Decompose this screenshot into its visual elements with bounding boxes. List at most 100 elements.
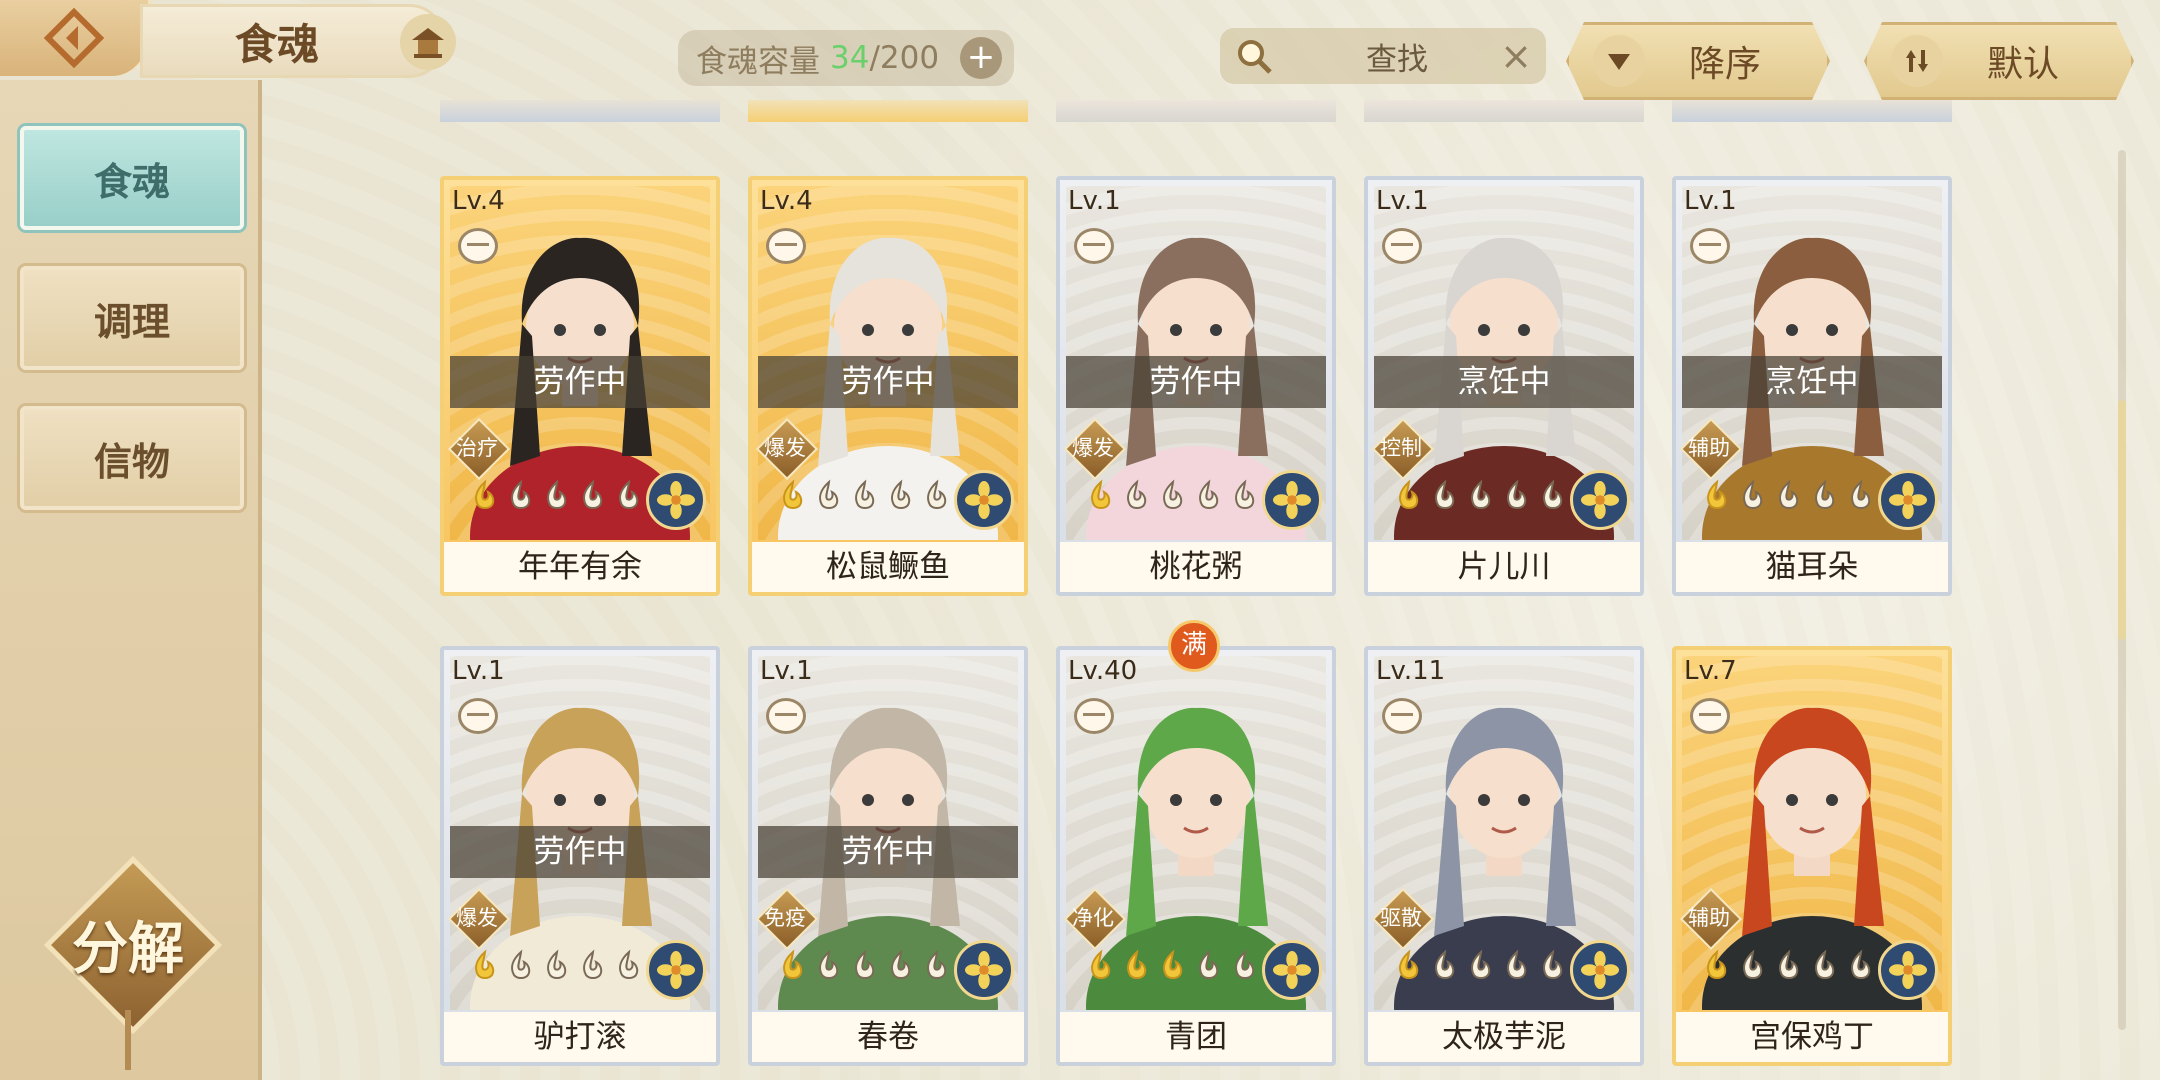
- food-soul-card[interactable]: Lv.4 劳作中 爆发 松鼠鳜鱼: [748, 176, 1028, 596]
- flame-icon: [1199, 949, 1219, 979]
- flame-icon: [1091, 949, 1111, 979]
- scrollbar-thumb[interactable]: [2118, 400, 2126, 640]
- flame-icon: [891, 479, 911, 509]
- flame-icon: [819, 479, 839, 509]
- food-soul-name: 宫保鸡丁: [1676, 1012, 1948, 1062]
- back-arrow-icon: [44, 8, 104, 68]
- flame-icon: [1851, 479, 1871, 509]
- bowl-icon: [458, 228, 498, 264]
- food-soul-name: 年年有余: [444, 542, 716, 592]
- flame-icon: [1127, 479, 1147, 509]
- role-label: 爆发: [1072, 436, 1114, 460]
- food-soul-card[interactable]: Lv.1 烹饪中控制 片儿川: [1364, 176, 1644, 596]
- status-banner: 劳作中: [450, 356, 710, 408]
- status-banner: 劳作中: [1066, 356, 1326, 408]
- flame-icon: [547, 479, 567, 509]
- level-label: Lv.1: [452, 656, 505, 686]
- flame-icon: [1435, 479, 1455, 509]
- flame-icon: [1471, 949, 1491, 979]
- flame-icon: [619, 949, 639, 979]
- star-flames: [1392, 478, 1570, 518]
- tab-conditioning[interactable]: 调理: [20, 266, 244, 370]
- star-flames: [1084, 478, 1262, 518]
- flame-icon: [1235, 479, 1255, 509]
- level-label: Lv.4: [452, 186, 505, 216]
- flame-icon: [855, 479, 875, 509]
- flame-icon: [475, 479, 495, 509]
- level-label: Lv.40: [1068, 656, 1138, 686]
- tab-tokens[interactable]: 信物: [20, 406, 244, 510]
- flower-element-icon: [646, 940, 706, 1000]
- bowl-icon: [1382, 698, 1422, 734]
- flame-icon: [783, 479, 803, 509]
- status-banner: 劳作中: [450, 826, 710, 878]
- role-badge: 辅助: [1679, 417, 1743, 481]
- role-badge: 爆发: [755, 417, 819, 481]
- star-flames: [1700, 948, 1878, 988]
- flame-icon: [1471, 479, 1491, 509]
- flame-icon: [583, 479, 603, 509]
- flame-icon: [1851, 949, 1871, 979]
- role-label: 驱散: [1380, 906, 1422, 930]
- bowl-icon: [1382, 228, 1422, 264]
- flower-element-icon: [1878, 470, 1938, 530]
- tab-food-souls[interactable]: 食魂: [20, 126, 244, 230]
- food-soul-card[interactable]: Lv.4 劳作中 治疗 年年有余: [440, 176, 720, 596]
- star-flames: [468, 478, 646, 518]
- status-banner: 劳作中: [758, 356, 1018, 408]
- star-flames: [1700, 478, 1878, 518]
- role-badge: 净化: [1063, 887, 1127, 951]
- food-soul-name: 驴打滚: [444, 1012, 716, 1062]
- flame-icon: [1235, 949, 1255, 979]
- flame-icon: [927, 949, 947, 979]
- food-soul-name: 片儿川: [1368, 542, 1640, 592]
- food-soul-card[interactable]: Lv.1 劳作中 爆发 桃花粥: [1056, 176, 1336, 596]
- scrollbar[interactable]: [2118, 150, 2126, 1030]
- flame-icon: [1199, 479, 1219, 509]
- partial-card: [1672, 100, 1952, 122]
- role-label: 净化: [1072, 906, 1114, 930]
- level-label: Lv.11: [1376, 656, 1446, 686]
- flame-icon: [1543, 949, 1563, 979]
- flame-icon: [1127, 949, 1147, 979]
- flame-icon: [1435, 949, 1455, 979]
- flame-icon: [1399, 949, 1419, 979]
- level-label: Lv.7: [1684, 656, 1737, 686]
- status-banner: 烹饪中: [1374, 356, 1634, 408]
- bowl-icon: [766, 228, 806, 264]
- bowl-icon: [766, 698, 806, 734]
- flame-icon: [1507, 479, 1527, 509]
- flower-element-icon: [954, 470, 1014, 530]
- flame-icon: [511, 949, 531, 979]
- flame-icon: [1091, 479, 1111, 509]
- status-banner: 烹饪中: [1682, 356, 1942, 408]
- role-label: 免疫: [764, 906, 806, 930]
- flame-icon: [1815, 479, 1835, 509]
- flame-icon: [783, 949, 803, 979]
- flame-icon: [1815, 949, 1835, 979]
- role-label: 辅助: [1688, 906, 1730, 930]
- flame-icon: [927, 479, 947, 509]
- flower-element-icon: [1570, 940, 1630, 1000]
- food-soul-card[interactable]: Lv.40 净化 青团: [1056, 646, 1336, 1066]
- flame-icon: [1743, 949, 1763, 979]
- back-button[interactable]: [0, 0, 152, 76]
- flame-icon: [1707, 479, 1727, 509]
- flame-icon: [511, 479, 531, 509]
- food-soul-card[interactable]: Lv.1 烹饪中 辅助 猫耳朵: [1672, 176, 1952, 596]
- food-soul-card[interactable]: Lv.7 辅助 宫保鸡丁: [1672, 646, 1952, 1066]
- food-soul-name: 猫耳朵: [1676, 542, 1948, 592]
- role-badge: 辅助: [1679, 887, 1743, 951]
- level-label: Lv.1: [1376, 186, 1429, 216]
- food-soul-card[interactable]: Lv.1 劳作中 爆发 驴打滚: [440, 646, 720, 1066]
- flower-element-icon: [1262, 470, 1322, 530]
- star-flames: [1084, 948, 1262, 988]
- food-soul-card[interactable]: Lv.1 劳作中 免疫 春卷: [748, 646, 1028, 1066]
- partial-card: [748, 100, 1028, 122]
- role-label: 爆发: [764, 436, 806, 460]
- level-label: Lv.1: [1068, 186, 1121, 216]
- flower-element-icon: [1262, 940, 1322, 1000]
- decompose-button[interactable]: 分解: [43, 855, 223, 1070]
- food-soul-card[interactable]: Lv.11 驱散 太极芋泥: [1364, 646, 1644, 1066]
- role-badge: 控制: [1371, 417, 1435, 481]
